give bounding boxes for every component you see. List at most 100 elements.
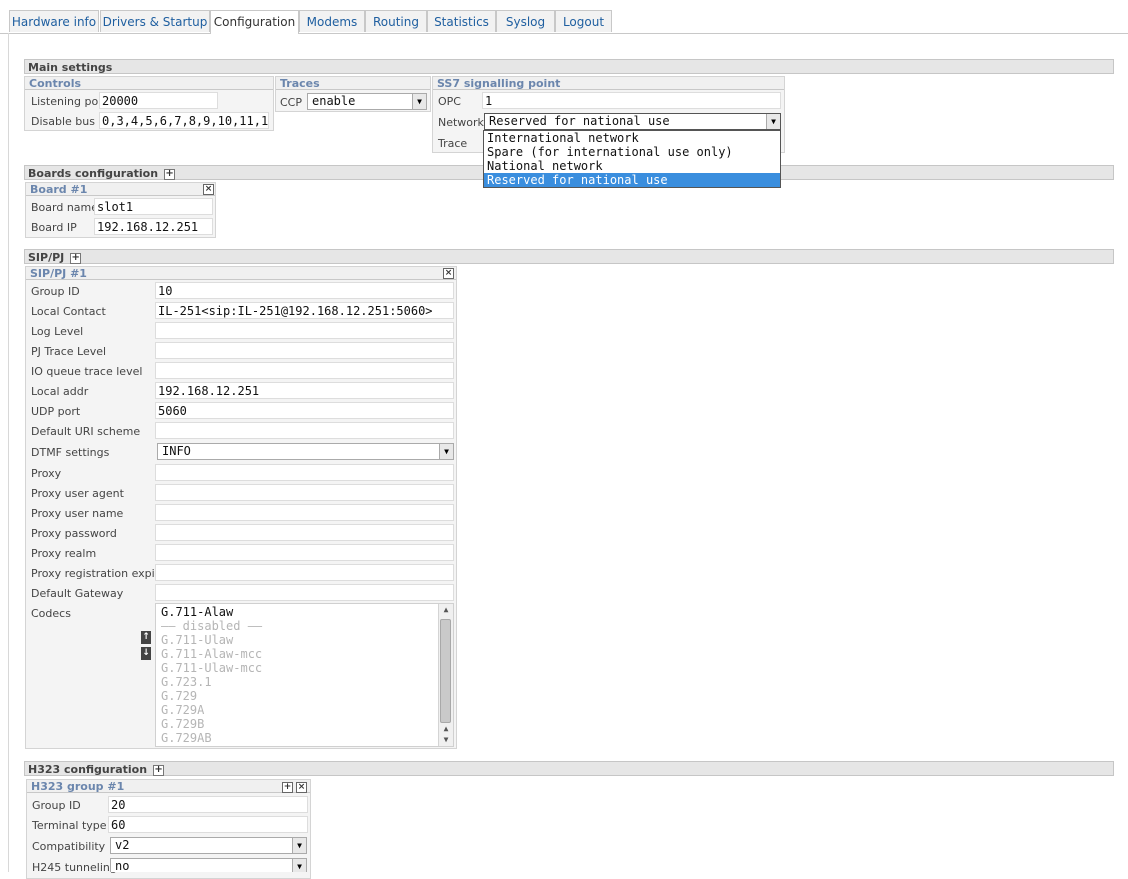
trace-label: Trace: [438, 137, 468, 150]
network-dropdown-arrow-icon[interactable]: ▼: [766, 114, 780, 129]
proxy-realm-field[interactable]: [155, 544, 454, 561]
udp-port-field[interactable]: 5060: [155, 402, 454, 419]
h323-group-title: H323 group #1: [27, 780, 310, 793]
network-option[interactable]: Spare (for international use only): [484, 145, 780, 159]
h245-tunneling-value: no: [115, 859, 130, 872]
proxy-user-name-field[interactable]: [155, 504, 454, 521]
sip-row-label: Proxy registration expires: [31, 567, 172, 580]
group-id-field[interactable]: 10: [155, 282, 454, 299]
compatibility-select[interactable]: v2 ▼: [110, 837, 307, 854]
tab-configuration[interactable]: Configuration: [210, 10, 299, 34]
main-settings-title: Main settings: [28, 61, 113, 74]
local-contact-field[interactable]: IL-251<sip:IL-251@192.168.12.251:5060>: [155, 302, 454, 319]
listening-port-field[interactable]: 20000: [99, 92, 218, 109]
sip-row-label: Local Contact: [31, 305, 106, 318]
scroll-thumb[interactable]: [440, 619, 451, 723]
sip-row-label: IO queue trace level: [31, 365, 143, 378]
network-option-selected[interactable]: Reserved for national use: [484, 173, 780, 187]
boards-add-icon[interactable]: +: [164, 168, 176, 180]
network-dropdown-list: International network Spare (for interna…: [483, 130, 781, 188]
tab-hardware-info[interactable]: Hardware info: [9, 10, 99, 32]
local-addr-field[interactable]: 192.168.12.251: [155, 382, 454, 399]
default-gateway-field[interactable]: [155, 584, 454, 601]
codec-enabled-item[interactable]: G.711-Alaw: [156, 605, 453, 619]
dtmf-label: DTMF settings: [31, 446, 110, 459]
opc-field[interactable]: 1: [482, 92, 781, 109]
h323-group-id-label: Group ID: [32, 799, 81, 812]
tab-statistics[interactable]: Statistics: [427, 10, 496, 32]
codec-disabled-item[interactable]: G.729B: [156, 717, 453, 731]
codec-disabled-item[interactable]: G.711-Ulaw-mcc: [156, 661, 453, 675]
codec-disabled-item[interactable]: G.729A: [156, 703, 453, 717]
h323-add-icon[interactable]: +: [153, 764, 165, 776]
codec-disabled-item[interactable]: G.723.1: [156, 675, 453, 689]
tab-modems[interactable]: Modems: [299, 10, 365, 32]
codec-disabled-item[interactable]: G.729: [156, 689, 453, 703]
network-value: Reserved for national use: [489, 114, 670, 128]
scroll-up-icon[interactable]: ▲: [439, 724, 453, 734]
h323-title: H323 configuration: [28, 763, 148, 776]
default-uri-field[interactable]: [155, 422, 454, 439]
io-queue-trace-field[interactable]: [155, 362, 454, 379]
board-name-field[interactable]: slot1: [94, 198, 213, 215]
sip-row-label: Group ID: [31, 285, 80, 298]
tab-drivers-startup[interactable]: Drivers & Startup: [100, 10, 210, 32]
board-close-icon[interactable]: ×: [203, 184, 214, 195]
proxy-reg-expires-field[interactable]: [155, 564, 454, 581]
sip-group-close-icon[interactable]: ×: [443, 268, 454, 279]
board-ip-field[interactable]: 192.168.12.251: [94, 218, 213, 235]
proxy-user-agent-field[interactable]: [155, 484, 454, 501]
h323-group-close-icon[interactable]: ×: [296, 782, 307, 793]
h323-group-id-field[interactable]: 20: [108, 796, 308, 813]
codec-disabled-item[interactable]: G.711-Ulaw: [156, 633, 453, 647]
ccp-select[interactable]: enable ▼: [307, 93, 427, 110]
sip-row-label: Log Level: [31, 325, 84, 338]
tab-syslog[interactable]: Syslog: [496, 10, 555, 32]
sip-row-label: Default Gateway: [31, 587, 124, 600]
ccp-label: CCP: [280, 96, 302, 109]
dtmf-select[interactable]: INFO ▼: [157, 443, 454, 460]
scroll-down-icon[interactable]: ▼: [439, 735, 453, 745]
boards-config-title: Boards configuration: [28, 167, 159, 180]
network-label: Network: [438, 116, 484, 129]
codecs-listbox[interactable]: G.711-Alaw —— disabled —— G.711-Ulaw G.7…: [155, 603, 454, 747]
sip-row-label: UDP port: [31, 405, 81, 418]
dtmf-dropdown-arrow-icon[interactable]: ▼: [439, 444, 453, 459]
codecs-scrollbar[interactable]: ▲ ▲ ▼: [438, 604, 453, 746]
main-settings-header: Main settings: [24, 59, 1114, 74]
pj-trace-level-field[interactable]: [155, 342, 454, 359]
dtmf-value: INFO: [162, 444, 191, 458]
tab-routing[interactable]: Routing: [365, 10, 427, 32]
disable-bus-label: Disable bus: [31, 115, 95, 128]
sip-row-label: Default URI scheme: [31, 425, 141, 438]
ccp-value: enable: [312, 94, 356, 108]
move-up-icon[interactable]: ↑: [141, 631, 151, 644]
board-ip-label: Board IP: [31, 221, 77, 234]
codec-disabled-item[interactable]: G.729AB: [156, 731, 453, 745]
board-title: Board #1: [26, 183, 215, 196]
sip-row-label: Proxy: [31, 467, 62, 480]
h245-tunneling-select[interactable]: no ▼: [110, 858, 307, 872]
h323-group-add-icon[interactable]: +: [282, 782, 293, 793]
compatibility-dropdown-arrow-icon[interactable]: ▼: [292, 838, 306, 853]
network-option[interactable]: International network: [484, 131, 780, 145]
listening-port-label: Listening port: [31, 95, 108, 108]
sip-row-label: Proxy user agent: [31, 487, 124, 500]
log-level-field[interactable]: [155, 322, 454, 339]
disable-bus-field[interactable]: 0,3,4,5,6,7,8,9,10,11,12: [99, 112, 269, 129]
sip-add-icon[interactable]: +: [70, 252, 82, 264]
ss7-title: SS7 signalling point: [433, 77, 784, 90]
h245-dropdown-arrow-icon[interactable]: ▼: [292, 859, 306, 872]
proxy-password-field[interactable]: [155, 524, 454, 541]
terminal-type-field[interactable]: 60: [108, 816, 308, 833]
network-option[interactable]: National network: [484, 159, 780, 173]
proxy-field[interactable]: [155, 464, 454, 481]
terminal-type-label: Terminal type: [32, 819, 107, 832]
codec-disabled-item[interactable]: G.711-Alaw-mcc: [156, 647, 453, 661]
tab-logout[interactable]: Logout: [555, 10, 612, 32]
network-select[interactable]: Reserved for national use ▼: [484, 113, 781, 130]
scroll-up-icon[interactable]: ▲: [439, 605, 453, 615]
ccp-dropdown-arrow-icon[interactable]: ▼: [412, 94, 426, 109]
board-name-label: Board name: [31, 201, 99, 214]
move-down-icon[interactable]: ↓: [141, 647, 151, 660]
